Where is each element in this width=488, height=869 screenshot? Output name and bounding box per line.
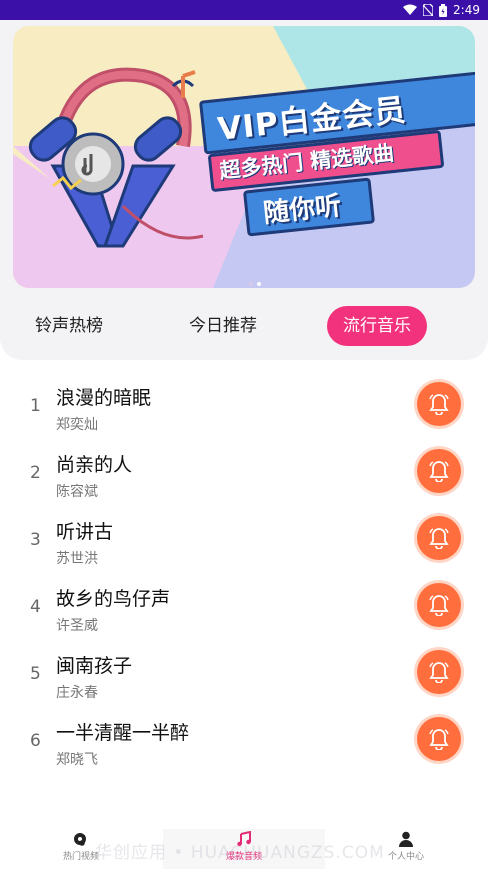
song-artist: 许圣威 <box>56 618 98 634</box>
list-item[interactable]: 1 浪漫的暗眠 郑奕灿 <box>0 374 488 441</box>
carousel-dot <box>249 282 253 286</box>
list-item[interactable]: 5 闽南孩子 庄永春 <box>0 642 488 709</box>
bell-icon <box>429 729 449 750</box>
list-item[interactable]: 4 故乡的鸟仔声 许圣威 <box>0 575 488 642</box>
song-artist: 郑晓飞 <box>56 752 98 768</box>
tab-today-recommend[interactable]: 今日推荐 <box>176 306 270 346</box>
set-ringtone-button[interactable] <box>417 583 461 627</box>
bell-icon <box>429 461 449 482</box>
bell-icon <box>429 394 449 415</box>
song-title: 浪漫的暗眠 <box>56 387 152 409</box>
song-artist: 庄永春 <box>56 685 98 701</box>
battery-icon <box>439 3 448 17</box>
bell-icon <box>429 528 449 549</box>
watermark: 华创应用 • HUACHUANGZS.COM <box>95 843 385 863</box>
person-icon <box>399 831 413 847</box>
set-ringtone-button[interactable] <box>417 717 461 761</box>
status-time: 2:49 <box>453 3 480 17</box>
song-artist: 郑奕灿 <box>56 417 98 433</box>
set-ringtone-button[interactable] <box>417 516 461 560</box>
category-tabs: 铃声热榜 今日推荐 流行音乐 <box>0 306 488 346</box>
song-artist: 苏世洪 <box>56 551 98 567</box>
list-item[interactable]: 2 尚亲的人 陈容斌 <box>0 441 488 508</box>
nav-label: 热门视频 <box>62 852 99 862</box>
song-artist: 陈容斌 <box>56 484 98 500</box>
song-title: 一半清醒一半醉 <box>56 722 190 744</box>
song-title: 尚亲的人 <box>56 454 133 476</box>
song-title: 听讲古 <box>56 521 114 543</box>
status-bar: 2:49 <box>0 0 488 20</box>
vip-banner[interactable]: VIP白金会员 超多热门 精选歌曲 随你听 <box>13 26 475 288</box>
set-ringtone-button[interactable] <box>417 650 461 694</box>
tab-ringtone-hot[interactable]: 铃声热榜 <box>22 306 116 346</box>
carousel-dots <box>249 282 261 286</box>
nav-label: 个人中心 <box>387 852 424 862</box>
carousel-dot-active <box>257 282 261 286</box>
song-title: 故乡的鸟仔声 <box>56 588 171 610</box>
bell-icon <box>429 662 449 683</box>
list-item[interactable]: 3 听讲古 苏世洪 <box>0 508 488 575</box>
video-music-icon <box>74 833 86 846</box>
no-sim-icon <box>423 4 434 16</box>
set-ringtone-button[interactable] <box>417 449 461 493</box>
song-rank: 4 <box>30 597 41 617</box>
song-rank: 3 <box>30 530 41 550</box>
set-ringtone-button[interactable] <box>417 382 461 426</box>
top-card: VIP白金会员 超多热门 精选歌曲 随你听 铃声热榜 今日推荐 流行音乐 <box>0 20 488 360</box>
headphone-illustration <box>28 67 204 248</box>
bell-icon <box>429 595 449 616</box>
song-rank: 5 <box>30 664 41 684</box>
list-item[interactable]: 6 一半清醒一半醉 郑晓飞 <box>0 709 488 776</box>
song-list: 1 浪漫的暗眠 郑奕灿 2 尚亲的人 陈容斌 3 听讲古 苏世洪 4 故乡的鸟仔… <box>0 374 488 776</box>
tab-pop-music[interactable]: 流行音乐 <box>327 306 427 346</box>
song-rank: 1 <box>30 396 41 416</box>
song-title: 闽南孩子 <box>56 655 133 677</box>
song-rank: 6 <box>30 731 41 751</box>
wifi-icon <box>403 4 418 15</box>
song-rank: 2 <box>30 463 41 483</box>
